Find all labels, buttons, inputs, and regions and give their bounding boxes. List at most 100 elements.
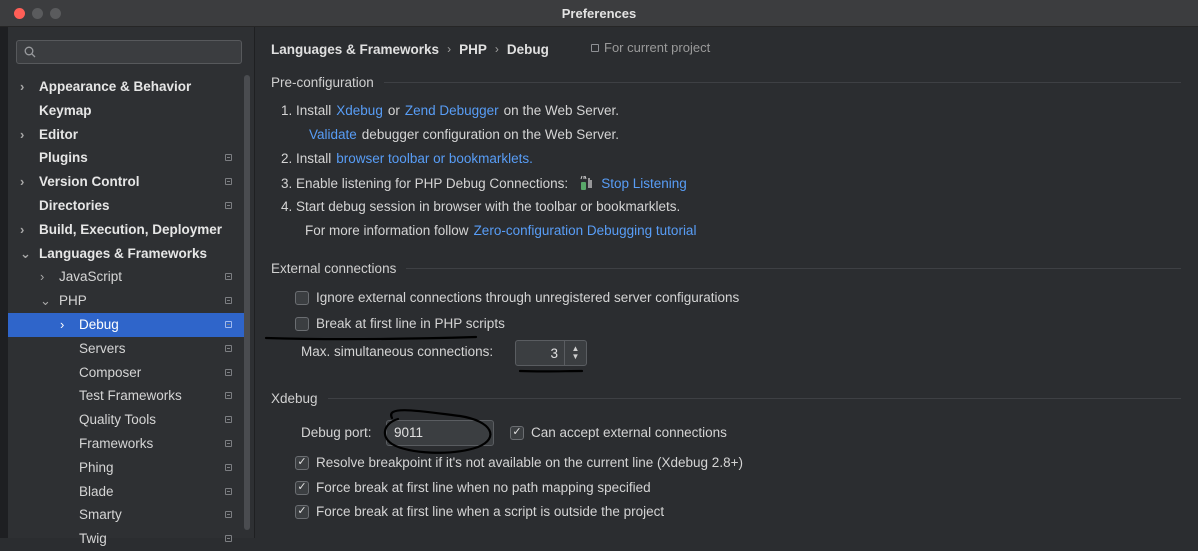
sidebar-item-appearance-behavior[interactable]: › Appearance & Behavior	[8, 75, 244, 99]
break-first-line-option[interactable]: Break at first line in PHP scripts	[295, 316, 505, 331]
xdebug-link[interactable]: Xdebug	[336, 103, 383, 118]
project-scope-icon	[225, 369, 232, 376]
sidebar-item-blade[interactable]: Blade	[8, 480, 244, 504]
section-divider	[384, 82, 1181, 83]
settings-sidebar: › Appearance & BehaviorKeymap › EditorPlugi…	[8, 27, 255, 538]
force-break-outside-project-option[interactable]: ✓ Force break at first line when a scrip…	[295, 504, 664, 519]
sidebar-item-build-execution-deploymer[interactable]: ›Build, Execution, Deploymer	[8, 218, 244, 242]
project-scope-icon	[225, 273, 232, 280]
chevron-down-icon[interactable]: ⌄	[20, 242, 32, 266]
sidebar-item-servers[interactable]: Servers	[8, 337, 244, 361]
sidebar-item-label: Servers	[79, 337, 126, 361]
window-title: Preferences	[562, 6, 636, 21]
sidebar-item-plugins[interactable]: Plugins	[8, 146, 244, 170]
ignore-external-connections-option[interactable]: Ignore external connections through unre…	[295, 290, 739, 305]
chevron-right-icon[interactable]: ›	[20, 218, 32, 242]
sidebar-item-version-control[interactable]: ›Version Control	[8, 170, 244, 194]
close-window-button[interactable]	[14, 8, 25, 19]
sidebar-item-label: Smarty	[79, 503, 122, 527]
sidebar-item-test-frameworks[interactable]: Test Frameworks	[8, 384, 244, 408]
settings-search-input[interactable]	[16, 40, 242, 64]
chevron-right-icon[interactable]: ›	[20, 170, 32, 194]
settings-tree: › Appearance & BehaviorKeymap › EditorPlugi…	[8, 75, 244, 551]
sidebar-item-label: Keymap	[39, 99, 92, 123]
resolve-breakpoint-checkbox[interactable]: ✓	[295, 456, 309, 470]
sidebar-item-label: Appearance & Behavior	[39, 75, 191, 99]
sidebar-item-phing[interactable]: Phing	[8, 456, 244, 480]
sidebar-item-label: Blade	[79, 480, 114, 504]
debug-port-row: Debug port:	[301, 425, 372, 440]
scope-indicator: For current project	[591, 40, 710, 55]
section-divider	[328, 398, 1181, 399]
accept-external-checkbox[interactable]: ✓	[510, 426, 524, 440]
chevron-down-icon[interactable]: ⌄	[40, 289, 52, 313]
step-text: For more information follow	[305, 223, 469, 238]
sidebar-item-php[interactable]: ⌄PHP	[8, 289, 244, 313]
max-connections-value[interactable]: 3	[516, 346, 564, 361]
project-scope-icon	[225, 464, 232, 471]
spinner-arrows-icon[interactable]: ▲▼	[565, 345, 586, 361]
accept-external-option[interactable]: ✓ Can accept external connections	[510, 425, 727, 440]
breadcrumb-php[interactable]: PHP	[459, 42, 487, 57]
sidebar-item-keymap[interactable]: Keymap	[8, 99, 244, 123]
break-first-line-label: Break at first line in PHP scripts	[316, 316, 505, 331]
preconfig-step-1: 1. Install Xdebug or Zend Debugger on th…	[281, 103, 619, 118]
force-break-outside-project-checkbox[interactable]: ✓	[295, 505, 309, 519]
zend-debugger-link[interactable]: Zend Debugger	[405, 103, 499, 118]
force-break-no-mapping-option[interactable]: ✓ Force break at first line when no path…	[295, 480, 651, 495]
project-scope-icon	[225, 321, 232, 328]
section-title: Xdebug	[271, 391, 318, 406]
sidebar-item-languages-frameworks[interactable]: ⌄Languages & Frameworks	[8, 242, 244, 266]
stop-listening-link[interactable]: Stop Listening	[601, 176, 687, 191]
break-first-line-checkbox[interactable]	[295, 317, 309, 331]
ignore-external-connections-checkbox[interactable]	[295, 291, 309, 305]
max-connections-label: Max. simultaneous connections:	[301, 344, 493, 359]
debug-port-label: Debug port:	[301, 425, 372, 440]
project-scope-icon	[225, 392, 232, 399]
sidebar-item-composer[interactable]: Composer	[8, 361, 244, 385]
step-text: 4. Start debug session in browser with t…	[281, 199, 680, 214]
zoom-window-button[interactable]	[50, 8, 61, 19]
max-connections-spinner[interactable]: 3 ▲▼	[515, 340, 587, 366]
sidebar-item-label: Debug	[79, 313, 119, 337]
sidebar-item-debug[interactable]: › Debug	[8, 313, 244, 337]
window-controls	[14, 8, 61, 19]
step-text: 2. Install	[281, 151, 331, 166]
breadcrumb-languages[interactable]: Languages & Frameworks	[271, 42, 439, 57]
preconfig-validate: Validate debugger configuration on the W…	[309, 127, 619, 142]
preconfig-step-4: 4. Start debug session in browser with t…	[281, 199, 680, 214]
section-preconfiguration: Pre-configuration	[271, 75, 1181, 90]
section-external-connections: External connections	[271, 261, 1181, 276]
sidebar-item-smarty[interactable]: Smarty	[8, 503, 244, 527]
scope-label: For current project	[604, 40, 710, 55]
browser-toolbar-link[interactable]: browser toolbar or bookmarklets.	[336, 151, 533, 166]
breadcrumb-separator: ›	[447, 42, 451, 56]
sidebar-item-editor[interactable]: › Editor	[8, 123, 244, 147]
chevron-right-icon[interactable]: ›	[20, 123, 32, 147]
debug-port-input[interactable]: 9011	[386, 420, 494, 446]
zero-config-tutorial-link[interactable]: Zero-configuration Debugging tutorial	[474, 223, 697, 238]
project-scope-icon	[225, 297, 232, 304]
sidebar-item-frameworks[interactable]: Frameworks	[8, 432, 244, 456]
chevron-right-icon[interactable]: ›	[20, 75, 32, 99]
section-divider	[406, 268, 1181, 269]
sidebar-item-label: Phing	[79, 456, 114, 480]
sidebar-item-javascript[interactable]: ›JavaScript	[8, 265, 244, 289]
sidebar-item-directories[interactable]: Directories	[8, 194, 244, 218]
sidebar-scrollbar[interactable]	[244, 75, 250, 530]
step-text: debugger configuration on the Web Server…	[362, 127, 619, 142]
ignore-external-connections-label: Ignore external connections through unre…	[316, 290, 739, 305]
sidebar-item-label: Editor	[39, 123, 78, 147]
validate-link[interactable]: Validate	[309, 127, 357, 142]
search-icon	[24, 46, 36, 58]
force-break-no-mapping-checkbox[interactable]: ✓	[295, 481, 309, 495]
preconfig-step-3: 3. Enable listening for PHP Debug Connec…	[281, 175, 687, 191]
sidebar-item-quality-tools[interactable]: Quality Tools	[8, 408, 244, 432]
sidebar-item-twig[interactable]: Twig	[8, 527, 244, 551]
minimize-window-button[interactable]	[32, 8, 43, 19]
chevron-right-icon[interactable]: ›	[60, 313, 72, 337]
resolve-breakpoint-option[interactable]: ✓ Resolve breakpoint if it's not availab…	[295, 455, 743, 470]
chevron-right-icon[interactable]: ›	[40, 265, 52, 289]
accept-external-label: Can accept external connections	[531, 425, 727, 440]
force-break-outside-project-label: Force break at first line when a script …	[316, 504, 664, 519]
